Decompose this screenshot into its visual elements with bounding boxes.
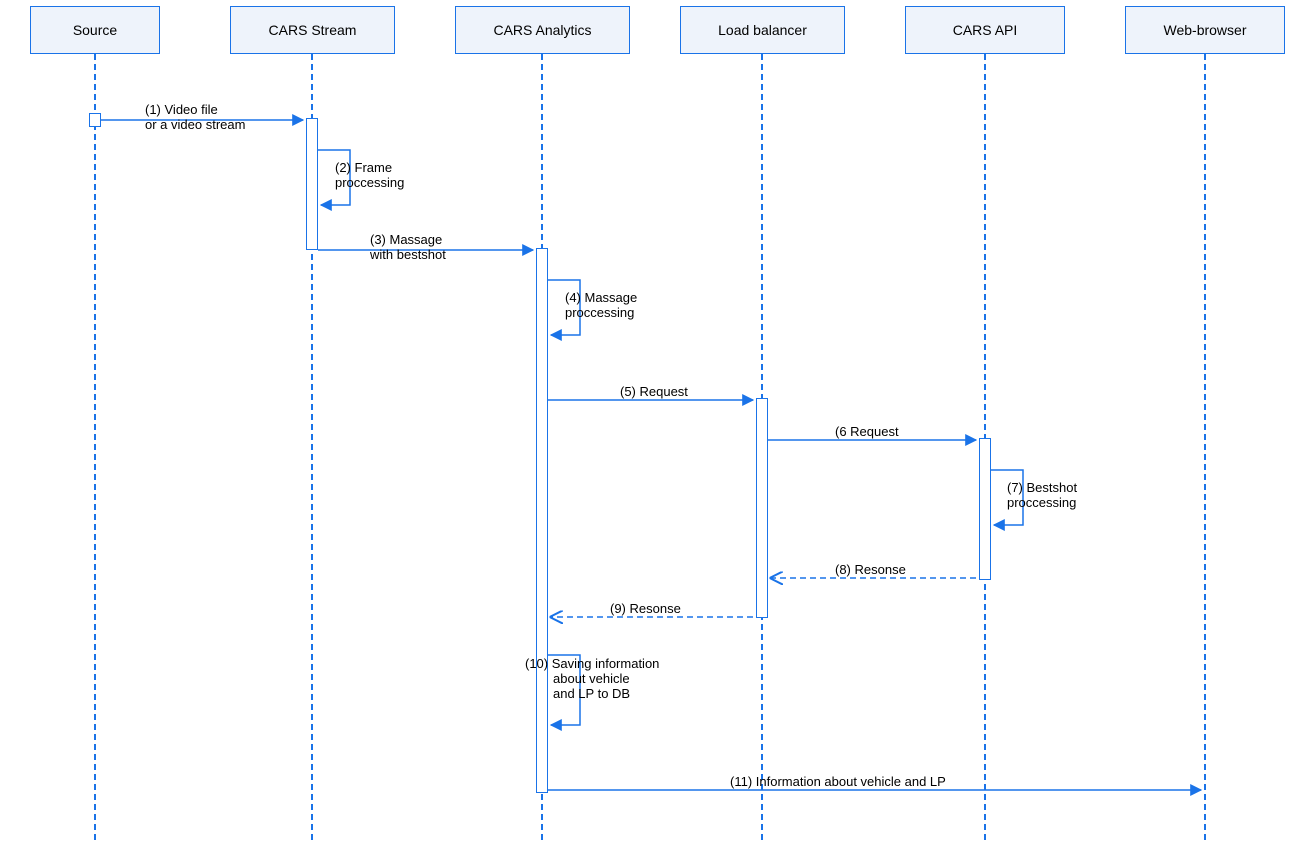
participant-cars-api: CARS API [905, 6, 1065, 54]
msg-8-label: (8) Resonse [835, 562, 906, 577]
participant-label: Web-browser [1164, 22, 1247, 38]
activation-cars-analytics [536, 248, 548, 793]
msg-6-label: (6 Request [835, 424, 899, 439]
participant-label: CARS API [953, 22, 1018, 38]
participant-label: Source [73, 22, 117, 38]
participant-label: Load balancer [718, 22, 807, 38]
participant-web-browser: Web-browser [1125, 6, 1285, 54]
participant-label: CARS Analytics [493, 22, 591, 38]
msg-2-label: (2) Frame proccessing [335, 160, 404, 190]
msg-3-label: (3) Massage with bestshot [370, 232, 446, 262]
activation-load-balancer [756, 398, 768, 618]
msg-11-label: (11) Information about vehicle and LP [730, 774, 946, 789]
participant-cars-analytics: CARS Analytics [455, 6, 630, 54]
participant-load-balancer: Load balancer [680, 6, 845, 54]
lifeline-source [94, 54, 96, 840]
msg-1-label: (1) Video file or a video stream [145, 102, 245, 132]
msg-5-label: (5) Request [620, 384, 688, 399]
msg-7-label: (7) Bestshot proccessing [1007, 480, 1077, 510]
msg-9-label: (9) Resonse [610, 601, 681, 616]
msg-10-label: (10) Saving information about vehicle an… [525, 656, 659, 701]
activation-cars-api [979, 438, 991, 580]
activation-cars-stream [306, 118, 318, 250]
lifeline-web-browser [1204, 54, 1206, 840]
activation-source [89, 113, 101, 127]
participant-cars-stream: CARS Stream [230, 6, 395, 54]
participant-source: Source [30, 6, 160, 54]
participant-label: CARS Stream [269, 22, 357, 38]
msg-4-label: (4) Massage proccessing [565, 290, 637, 320]
